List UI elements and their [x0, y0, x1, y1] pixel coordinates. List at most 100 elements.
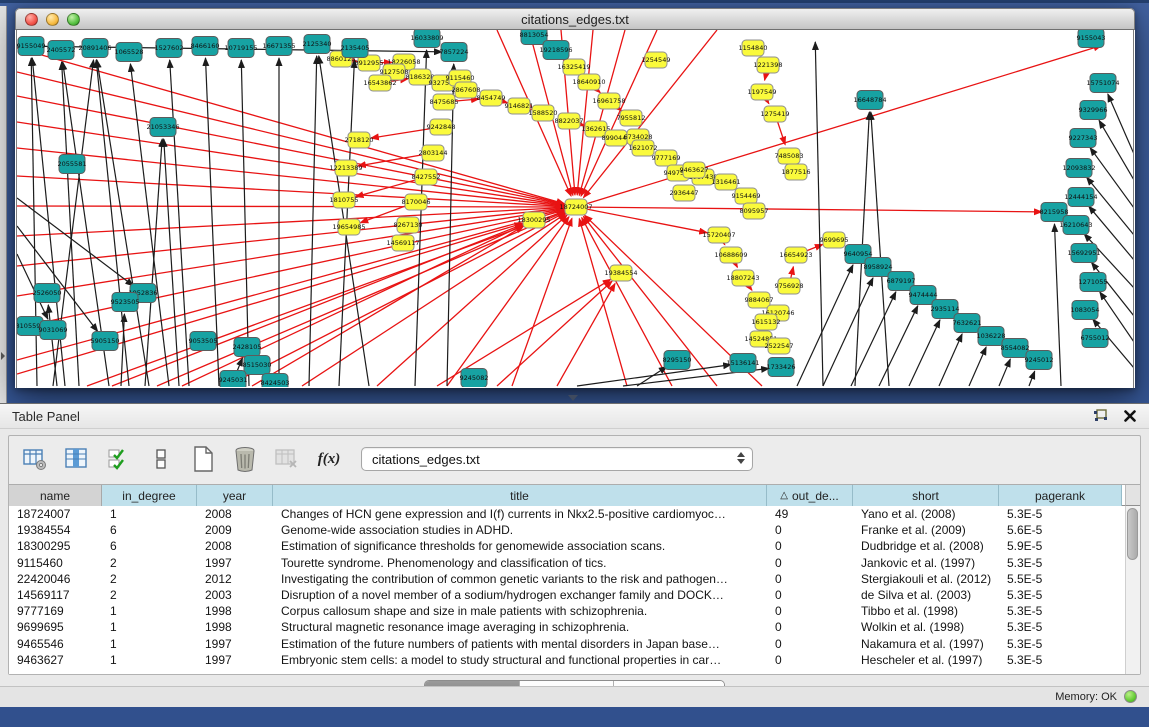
table-cell[interactable]: 2003 [197, 587, 273, 603]
column-header-in-degree[interactable]: in_degree [102, 485, 197, 506]
table-cell[interactable]: Yano et al. (2008) [853, 506, 999, 522]
graph-node[interactable]: 8424503 [261, 374, 290, 388]
graph-node[interactable]: 9245031 [219, 371, 248, 388]
graph-node[interactable]: 1316461 [712, 174, 741, 190]
graph-edge[interactable] [909, 320, 940, 386]
splitter-handle[interactable] [568, 395, 578, 401]
row-height-icon[interactable] [147, 444, 175, 474]
table-cell[interactable]: 2012 [197, 571, 273, 587]
graph-edge[interactable] [999, 359, 1010, 386]
graph-edge[interactable] [579, 30, 625, 195]
table-cell[interactable]: 9115460 [9, 555, 102, 571]
table-cell[interactable]: 6 [102, 522, 197, 538]
table-cell[interactable]: Tibbo et al. (1998) [853, 603, 999, 619]
graph-node[interactable]: 1615132 [752, 314, 781, 330]
table-cell[interactable]: Investigating the contribution of common… [273, 571, 767, 587]
network-canvas[interactable]: 1872400718300295193845548860123891295518… [16, 30, 1134, 388]
graph-node[interactable]: 21053346 [146, 118, 179, 137]
graph-edge[interactable] [939, 334, 962, 386]
table-cell[interactable]: de Silva et al. (2003) [853, 587, 999, 603]
table-cell[interactable]: 5.3E-5 [999, 603, 1122, 619]
graph-node[interactable]: 6755012 [1081, 329, 1110, 348]
graph-node[interactable]: 9031069 [39, 321, 68, 340]
table-cell[interactable]: Franke et al. (2009) [853, 522, 999, 538]
table-row[interactable]: 1830029562008Estimation of significance … [9, 538, 1140, 554]
graph-node[interactable]: 1083054 [1071, 301, 1100, 320]
graph-node[interactable]: 8515030 [243, 356, 272, 375]
graph-node[interactable]: 2405572 [47, 41, 76, 60]
table-cell[interactable]: 1998 [197, 619, 273, 635]
graph-edge[interactable] [1029, 371, 1035, 386]
table-cell[interactable]: 0 [767, 538, 853, 554]
graph-edge[interactable] [17, 208, 564, 266]
graph-node[interactable]: 2055581 [58, 155, 87, 174]
graph-node[interactable]: 7955812 [617, 110, 646, 126]
graph-node[interactable]: 9154469 [732, 188, 761, 204]
table-cell[interactable]: 2 [102, 587, 197, 603]
table-cell[interactable]: 1 [102, 652, 197, 668]
graph-node[interactable]: 1197549 [748, 84, 777, 100]
graph-node[interactable]: 1036228 [977, 327, 1006, 346]
graph-node[interactable]: 1271055 [1079, 273, 1108, 292]
table-cell[interactable]: 0 [767, 571, 853, 587]
table-cell[interactable]: 0 [767, 587, 853, 603]
table-cell[interactable]: 1997 [197, 636, 273, 652]
table-cell[interactable]: 9777169 [9, 603, 102, 619]
column-header-name[interactable]: name [9, 485, 102, 506]
graph-node[interactable]: 5905150 [91, 332, 120, 351]
graph-node[interactable]: 16648784 [853, 91, 886, 110]
graph-edge[interactable] [170, 60, 189, 386]
graph-edge[interactable] [557, 283, 615, 386]
table-cell[interactable]: Dudbridge et al. (2008) [853, 538, 999, 554]
graph-node[interactable]: 15720407 [702, 227, 735, 243]
table-cell[interactable]: 1998 [197, 603, 273, 619]
memory-indicator[interactable] [1124, 690, 1137, 703]
table-cell[interactable]: 9699695 [9, 619, 102, 635]
vertical-scrollbar[interactable] [1125, 506, 1140, 674]
graph-node[interactable]: 1221398 [754, 57, 783, 73]
table-cell[interactable]: Hescheler et al. (1997) [853, 652, 999, 668]
graph-node[interactable]: 9155043 [1077, 30, 1106, 48]
graph-edge[interactable] [969, 347, 986, 386]
graph-node[interactable]: 8427552 [412, 169, 441, 185]
graph-edge[interactable] [1054, 224, 1061, 386]
graph-node[interactable]: 1877516 [782, 164, 811, 180]
function-builder-icon[interactable]: f(x) [315, 444, 343, 474]
table-cell[interactable]: 5.3E-5 [999, 619, 1122, 635]
table-row[interactable]: 946554611997Estimation of the future num… [9, 636, 1140, 652]
graph-edge[interactable] [823, 278, 873, 386]
column-header-out-de-[interactable]: △out_de... [767, 485, 853, 506]
graph-node[interactable]: 9245012 [1025, 351, 1054, 370]
table-row[interactable]: 1938455462009Genome-wide association stu… [9, 522, 1140, 538]
graph-node[interactable]: 1154840 [739, 40, 768, 56]
graph-edge[interactable] [17, 223, 522, 374]
table-cell[interactable]: 5.3E-5 [999, 587, 1122, 603]
graph-node[interactable]: 9756928 [775, 278, 804, 294]
graph-node[interactable]: 7632621 [953, 314, 982, 333]
graph-node[interactable]: 1254549 [642, 52, 671, 68]
column-header-year[interactable]: year [197, 485, 273, 506]
scrollbar-thumb[interactable] [1127, 508, 1138, 560]
graph-node[interactable]: 16325419 [557, 59, 590, 75]
table-cell[interactable]: Disruption of a novel member of a sodium… [273, 587, 767, 603]
collapsed-left-panel-splitter[interactable] [0, 6, 7, 403]
graph-edge[interactable] [871, 112, 889, 386]
graph-node[interactable]: 10688609 [714, 247, 747, 263]
graph-edge[interactable] [17, 148, 564, 206]
table-cell[interactable]: 5.6E-5 [999, 522, 1122, 538]
table-cell[interactable]: Wolkin et al. (1998) [853, 619, 999, 635]
select-all-rows-icon[interactable] [105, 444, 133, 474]
graph-node[interactable]: 9227343 [1069, 129, 1098, 148]
graph-edge[interactable] [48, 305, 57, 386]
graph-edge[interactable] [576, 207, 1042, 212]
graph-node[interactable]: 2135405 [341, 39, 370, 58]
graph-node[interactable]: 1733426 [767, 358, 796, 377]
table-cell[interactable]: Estimation of significance thresholds fo… [273, 538, 767, 554]
column-header-pagerank[interactable]: pagerank [999, 485, 1122, 506]
graph-node[interactable]: 1275419 [761, 106, 790, 122]
graph-node[interactable]: 9329966 [1079, 101, 1108, 120]
table-cell[interactable]: 0 [767, 522, 853, 538]
graph-node[interactable]: 9777169 [652, 150, 681, 166]
graph-edge[interactable] [17, 96, 564, 205]
graph-node[interactable]: 10719155 [224, 39, 257, 58]
